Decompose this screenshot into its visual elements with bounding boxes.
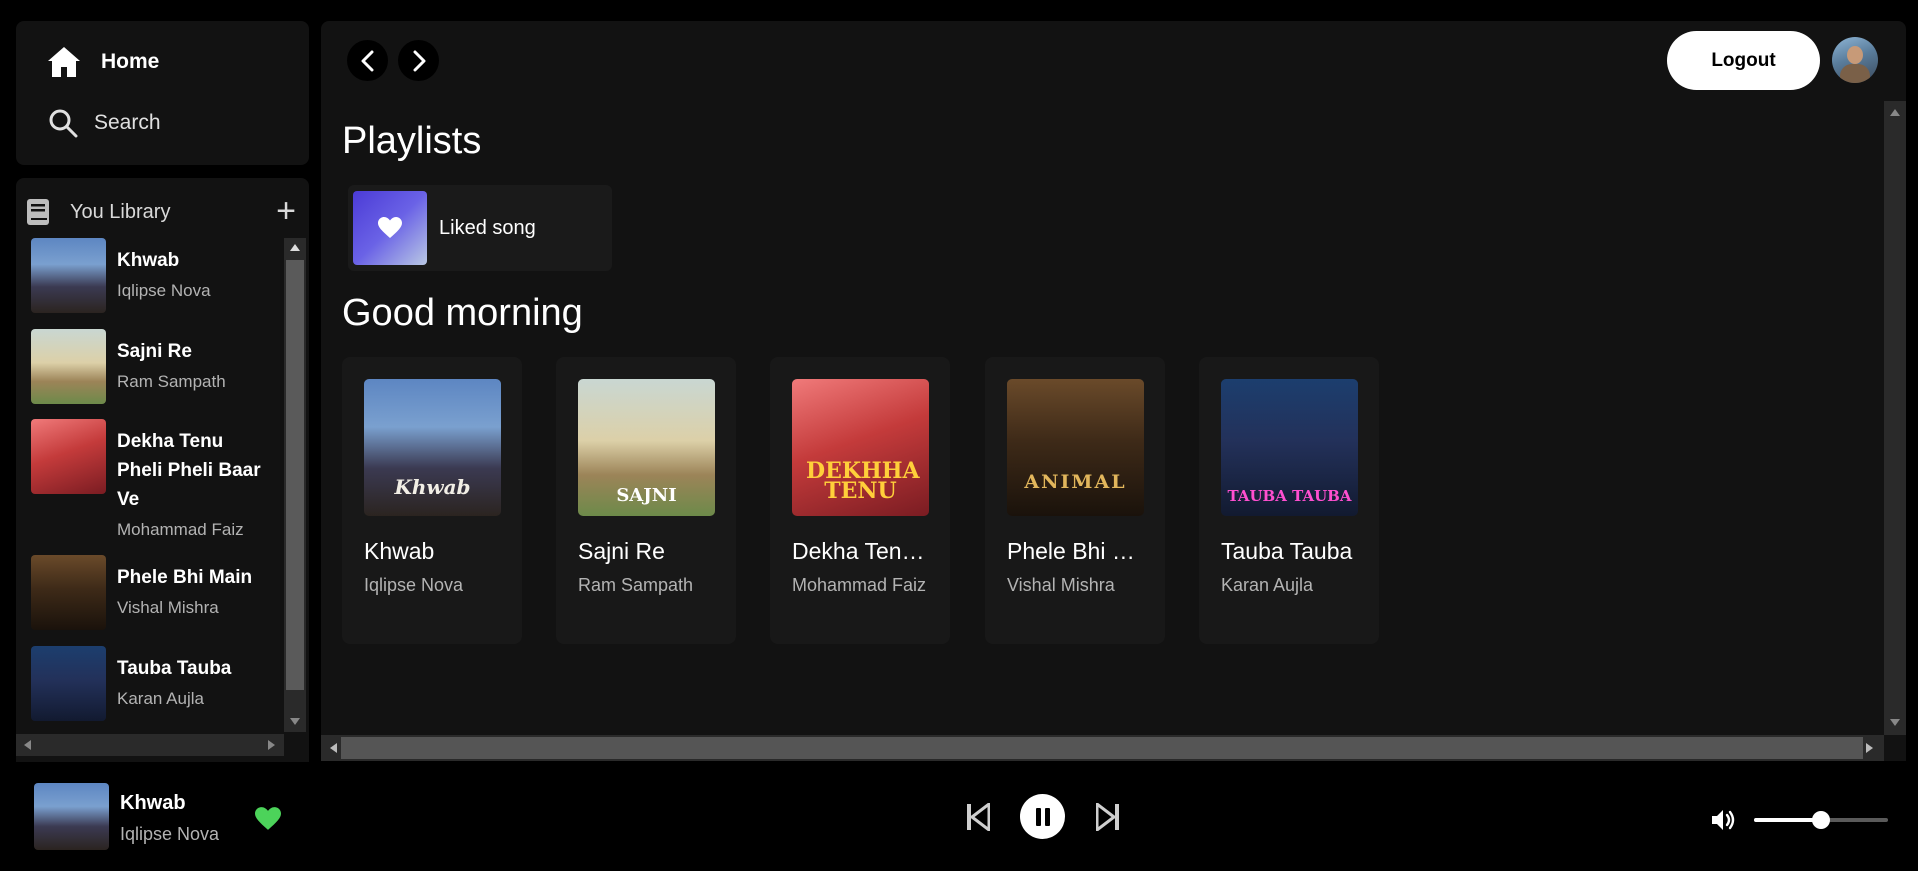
skip-back-icon[interactable]	[966, 803, 990, 831]
album-art	[31, 419, 106, 494]
library-item-artist: Vishal Mishra	[117, 598, 219, 617]
album-art: ANIMAL	[1007, 379, 1144, 516]
volume-icon[interactable]	[1710, 808, 1738, 832]
chevron-right-icon	[413, 50, 425, 71]
album-card[interactable]: SAJNI Sajni Re Ram Sampath	[556, 357, 736, 644]
liked-songs-art	[353, 191, 427, 265]
library-vscrollbar[interactable]	[284, 238, 306, 732]
library-item-artist: Karan Aujla	[117, 689, 204, 708]
now-playing-art	[34, 783, 109, 850]
now-playing-artist: Iqlipse Nova	[120, 824, 220, 844]
nav-home[interactable]: Home	[46, 45, 159, 79]
scroll-left-icon[interactable]	[24, 740, 31, 750]
greeting-title: Good morning	[342, 292, 583, 334]
main-hscrollbar[interactable]	[321, 735, 1884, 761]
back-button[interactable]	[347, 40, 388, 81]
library-header: You Library +	[26, 192, 296, 232]
library-icon[interactable]	[26, 198, 50, 226]
main-hscroll-thumb[interactable]	[341, 737, 1863, 759]
album-art: DEKHHA TENU	[792, 379, 929, 516]
nav-panel: Home Search	[16, 21, 309, 165]
chevron-left-icon	[361, 50, 373, 71]
avatar[interactable]	[1832, 37, 1878, 83]
scroll-down-icon[interactable]	[290, 718, 300, 725]
library-list: Khwab Iqlipse Nova Sajni Re Ram Sampath …	[16, 238, 282, 728]
album-card-title: Dekha Tenu Pheli Pheli Baar Ve	[792, 538, 932, 564]
album-card[interactable]: DEKHHA TENU Dekha Tenu Pheli Pheli Baar …	[770, 357, 950, 644]
album-art: TAUBA TAUBA	[1221, 379, 1358, 516]
heart-icon[interactable]	[253, 806, 283, 832]
library-item-artist: Mohammad Faiz	[117, 520, 244, 539]
library-item-artist: Ram Sampath	[117, 372, 226, 391]
album-art	[31, 238, 106, 313]
skip-forward-icon[interactable]	[1096, 803, 1120, 831]
album-art: Khwab	[364, 379, 501, 516]
scroll-up-icon[interactable]	[1890, 109, 1900, 116]
logout-button[interactable]: Logout	[1667, 31, 1820, 90]
album-card-artist: Ram Sampath	[578, 575, 694, 595]
library-item-artist: Iqlipse Nova	[117, 281, 211, 300]
heart-icon	[378, 217, 402, 238]
album-card[interactable]: TAUBA TAUBA Tauba Tauba Karan Aujla	[1199, 357, 1379, 644]
library-vscroll-thumb[interactable]	[286, 260, 304, 690]
album-art: SAJNI	[578, 379, 715, 516]
library-panel: You Library + Khwab Iqlipse Nova Sajni R…	[16, 178, 309, 762]
album-card-artist: Karan Aujla	[1221, 575, 1314, 595]
album-card[interactable]: ANIMAL Phele Bhi Main Vishal Mishra	[985, 357, 1165, 644]
player-bar: Khwab Iqlipse Nova	[0, 762, 1918, 871]
forward-button[interactable]	[398, 40, 439, 81]
album-art	[31, 329, 106, 404]
main-vscrollbar[interactable]	[1884, 101, 1906, 735]
library-item-name: Tauba Tauba	[117, 658, 232, 679]
library-item[interactable]: Tauba Tauba Karan Aujla	[31, 646, 271, 721]
album-card-title: Tauba Tauba	[1221, 538, 1353, 564]
volume-level	[1754, 818, 1821, 822]
library-item-name: Khwab	[117, 250, 180, 271]
home-icon	[48, 47, 80, 77]
now-playing-title: Khwab	[120, 792, 186, 814]
library-item[interactable]: Dekha Tenu Pheli Pheli Baar Ve Mohammad …	[31, 419, 271, 542]
volume-slider[interactable]	[1754, 811, 1888, 829]
pause-button[interactable]	[1020, 794, 1065, 839]
scroll-up-icon[interactable]	[290, 244, 300, 251]
nav-search[interactable]: Search	[46, 106, 161, 140]
album-card-artist: Vishal Mishra	[1007, 575, 1115, 595]
library-item[interactable]: Phele Bhi Main Vishal Mishra	[31, 555, 271, 630]
playlists-title: Playlists	[342, 120, 482, 162]
album-card[interactable]: Khwab Khwab Iqlipse Nova	[342, 357, 522, 644]
scroll-down-icon[interactable]	[1890, 719, 1900, 726]
pause-icon	[1035, 807, 1050, 826]
scroll-right-icon[interactable]	[268, 740, 275, 750]
album-card-title: Khwab	[364, 538, 435, 564]
volume-knob[interactable]	[1812, 811, 1830, 829]
library-item-name: Sajni Re	[117, 341, 192, 362]
library-item-name: Dekha Tenu Pheli Pheli Baar Ve	[117, 431, 261, 510]
album-card-title: Sajni Re	[578, 538, 665, 564]
plus-icon[interactable]: +	[276, 194, 296, 228]
scroll-left-icon[interactable]	[330, 743, 337, 753]
liked-songs-label: Liked song	[439, 216, 536, 239]
album-card-title: Phele Bhi Main	[1007, 538, 1147, 564]
album-card-artist: Iqlipse Nova	[364, 575, 464, 595]
search-icon	[49, 109, 78, 138]
album-art	[31, 555, 106, 630]
library-item[interactable]: Sajni Re Ram Sampath	[31, 329, 271, 404]
album-art	[31, 646, 106, 721]
scroll-right-icon[interactable]	[1866, 743, 1873, 753]
library-item[interactable]: Khwab Iqlipse Nova	[31, 238, 271, 313]
library-title: You Library	[70, 200, 171, 223]
library-item-name: Phele Bhi Main	[117, 567, 253, 588]
nav-search-label: Search	[94, 111, 161, 134]
library-hscrollbar[interactable]	[16, 734, 284, 756]
nav-home-label: Home	[101, 50, 160, 73]
main-panel: Logout Playlists Liked song Good morning…	[321, 21, 1906, 761]
liked-songs-playlist[interactable]: Liked song	[348, 185, 612, 271]
album-card-artist: Mohammad Faiz	[792, 575, 927, 595]
